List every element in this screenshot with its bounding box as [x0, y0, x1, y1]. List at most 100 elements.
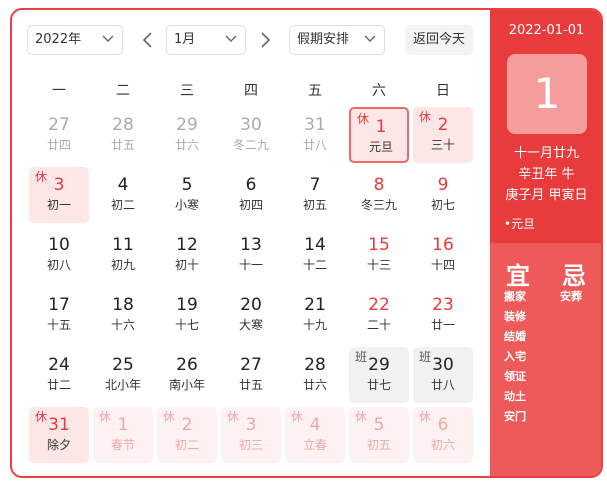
lunar-label: 十三 — [366, 258, 391, 272]
day-number: 11 — [112, 235, 134, 255]
day-number: 9 — [437, 175, 449, 195]
lunar-date: 十一月廿九 — [513, 146, 579, 161]
day-cell[interactable]: 4 初二 — [93, 167, 153, 223]
day-number: 15 — [368, 235, 390, 255]
day-cell[interactable]: 23 廿一 — [413, 287, 473, 343]
lunar-label: 廿四 — [46, 138, 71, 152]
lunar-label: 十九 — [302, 318, 327, 332]
day-cell[interactable]: 12 初十 — [157, 227, 217, 283]
day-cell[interactable]: 休 1 元旦 — [349, 107, 409, 163]
weekday-header: 日 — [436, 83, 450, 99]
day-number: 23 — [432, 295, 454, 315]
day-cell[interactable]: 13 十一 — [221, 227, 281, 283]
day-cell[interactable]: 20 大寒 — [221, 287, 281, 343]
day-cell[interactable]: 27 廿五 — [221, 347, 281, 403]
day-cell[interactable]: 6 初四 — [221, 167, 281, 223]
day-cell[interactable]: 休 2 初二 — [157, 407, 217, 463]
day-cell[interactable]: 15 十三 — [349, 227, 409, 283]
day-cell[interactable]: 7 初五 — [285, 167, 345, 223]
holiday-select-value: 假期安排 — [297, 32, 350, 47]
day-number: 31 — [48, 415, 70, 435]
day-cell[interactable]: 17 十五 — [29, 287, 89, 343]
ji-item: 安葬 — [560, 290, 582, 303]
lunar-label: 廿五 — [110, 138, 135, 152]
day-cell[interactable]: 16 十四 — [413, 227, 473, 283]
day-cell[interactable]: 休 4 立春 — [285, 407, 345, 463]
lunar-label: 三十 — [430, 138, 455, 152]
day-detail-panel: 2022-01-01 1 十一月廿九 辛丑年 牛 庚子月 甲寅日 •元旦 宜 忌… — [490, 10, 601, 476]
day-number: 20 — [240, 295, 262, 315]
day-cell[interactable]: 31 廿八 — [285, 107, 345, 163]
day-cell[interactable]: 21 十九 — [285, 287, 345, 343]
day-cell[interactable]: 休 31 除夕 — [29, 407, 89, 463]
day-cell[interactable]: 休 3 初一 — [29, 167, 89, 223]
ji-list: 安葬 — [560, 287, 582, 307]
day-cell[interactable]: 28 廿五 — [93, 107, 153, 163]
lunar-label: 二十 — [366, 318, 391, 332]
yi-item: 搬家 — [504, 290, 526, 303]
ji-title: 忌 — [562, 262, 586, 290]
day-cell[interactable]: 22 二十 — [349, 287, 409, 343]
day-cell[interactable]: 25 北小年 — [93, 347, 153, 403]
day-number: 1 — [375, 117, 387, 137]
yi-list: 搬家 装修 结婚 入宅 领证 动土 安门 — [504, 287, 526, 427]
calendar-main: 2022年 1月 假期安排 返回今天 一二三四五六日 27 廿四 28 廿五 29 廿六 3… — [12, 10, 490, 476]
holiday-select[interactable]: 假期安排 — [289, 25, 385, 55]
day-number: 5 — [181, 175, 193, 195]
day-cell[interactable]: 11 初九 — [93, 227, 153, 283]
yi-item: 领证 — [504, 370, 526, 383]
day-cell[interactable]: 24 廿二 — [29, 347, 89, 403]
lunar-label: 元旦 — [368, 140, 393, 154]
day-number: 31 — [304, 115, 326, 135]
day-number: 24 — [48, 355, 70, 375]
day-number: 18 — [112, 295, 134, 315]
lunar-label: 初三 — [238, 438, 263, 452]
lunar-label: 大寒 — [238, 318, 263, 332]
day-cell[interactable]: 9 初七 — [413, 167, 473, 223]
lunar-label: 初五 — [302, 198, 327, 212]
day-cell[interactable]: 28 廿六 — [285, 347, 345, 403]
ganzhi-month-day: 庚子月 甲寅日 — [505, 188, 588, 203]
day-cell[interactable]: 班 30 廿八 — [413, 347, 473, 403]
lunar-label: 初十 — [174, 258, 199, 272]
day-cell[interactable]: 10 初八 — [29, 227, 89, 283]
day-cell[interactable]: 19 十七 — [157, 287, 217, 343]
month-select[interactable]: 1月 — [166, 25, 246, 55]
day-cell[interactable]: 29 廿六 — [157, 107, 217, 163]
day-number: 4 — [117, 175, 129, 195]
yi-item: 装修 — [504, 310, 526, 323]
day-cell[interactable]: 26 南小年 — [157, 347, 217, 403]
weekday-header: 四 — [244, 83, 258, 99]
day-cell[interactable]: 5 小寒 — [157, 167, 217, 223]
day-cell[interactable]: 休 6 初六 — [413, 407, 473, 463]
lunar-label: 北小年 — [104, 378, 141, 392]
day-cell[interactable]: 27 廿四 — [29, 107, 89, 163]
chevron-down-icon — [102, 35, 114, 42]
day-cell[interactable]: 18 十六 — [93, 287, 153, 343]
next-month-arrow-icon[interactable] — [258, 30, 272, 50]
day-cell[interactable]: 休 2 三十 — [413, 107, 473, 163]
lunar-label: 廿八 — [430, 378, 455, 392]
day-cell[interactable]: 8 冬三九 — [349, 167, 409, 223]
lunar-label: 冬三九 — [360, 198, 397, 212]
lunar-label: 春节 — [110, 438, 135, 452]
day-cell[interactable]: 休 3 初三 — [221, 407, 281, 463]
lunar-label: 初二 — [174, 438, 199, 452]
day-cell[interactable]: 14 十二 — [285, 227, 345, 283]
day-cell[interactable]: 班 29 廿七 — [349, 347, 409, 403]
lunar-label: 冬二九 — [232, 138, 269, 152]
yi-item: 动土 — [504, 390, 526, 403]
day-cell[interactable]: 30 冬二九 — [221, 107, 281, 163]
day-cell[interactable]: 休 5 初五 — [349, 407, 409, 463]
year-select-value: 2022年 — [35, 32, 82, 47]
year-select[interactable]: 2022年 — [27, 25, 123, 55]
day-cell[interactable]: 休 1 春节 — [93, 407, 153, 463]
lunar-label: 廿一 — [430, 318, 455, 332]
day-number: 27 — [48, 115, 70, 135]
back-to-today-button[interactable]: 返回今天 — [405, 25, 473, 55]
day-number: 21 — [304, 295, 326, 315]
day-number: 30 — [240, 115, 262, 135]
day-number: 7 — [309, 175, 321, 195]
day-number: 22 — [368, 295, 390, 315]
prev-month-arrow-icon[interactable] — [141, 30, 155, 50]
